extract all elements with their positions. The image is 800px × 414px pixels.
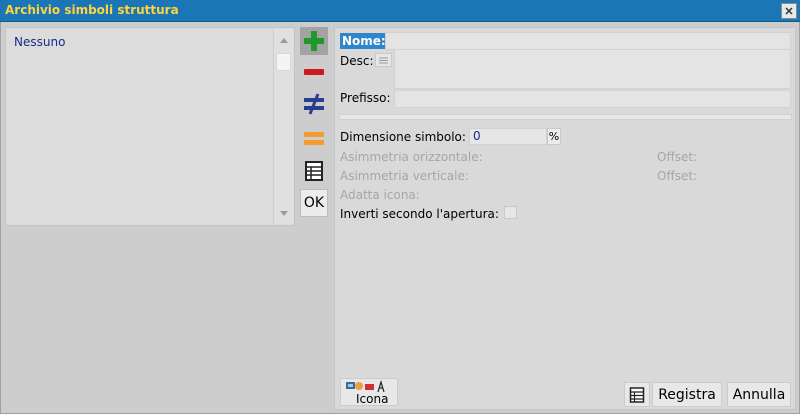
dimension-label: Dimensione simbolo: (340, 130, 466, 144)
detail-form: Nome: Desc: Prefisso: Dimensione simbolo… (334, 27, 796, 410)
list-icon (379, 57, 388, 63)
fit-icon-label: Adatta icona: (340, 188, 420, 202)
desc-field[interactable] (394, 49, 791, 89)
close-button[interactable] (781, 3, 797, 19)
not-equal-icon (304, 93, 324, 115)
arrow-down-icon (279, 210, 288, 216)
cancel-button[interactable]: Annulla (727, 382, 791, 407)
v-offset-label: Offset: (657, 169, 698, 183)
arrow-up-icon (279, 37, 288, 43)
table-button[interactable] (624, 382, 650, 407)
name-label: Nome: (340, 33, 388, 49)
scroll-up-button[interactable] (274, 32, 293, 48)
invert-label: Inverti secondo l'apertura: (340, 207, 499, 221)
h-offset-label: Offset: (657, 150, 698, 164)
ok-button[interactable]: OK (300, 189, 328, 217)
table-icon (629, 386, 645, 403)
desc-label: Desc: (340, 54, 374, 68)
add-button[interactable] (300, 27, 328, 55)
scroll-thumb[interactable] (276, 53, 291, 71)
icon-button-label: Icona (356, 392, 389, 406)
equal-icon (304, 132, 324, 145)
icon-button[interactable]: Icona (340, 378, 398, 406)
section-divider (339, 114, 792, 120)
symbol-list[interactable]: Nessuno (5, 27, 295, 226)
h-asymmetry-label: Asimmetria orizzontale: (340, 150, 483, 164)
prefix-label: Prefisso: (340, 91, 391, 105)
table-icon (305, 161, 323, 181)
name-field[interactable] (385, 32, 791, 50)
close-icon (785, 7, 793, 15)
v-asymmetry-label: Asimmetria verticale: (340, 169, 469, 183)
invert-checkbox[interactable] (504, 206, 517, 219)
title-bar: Archivio simboli struttura (0, 0, 800, 22)
minus-icon (304, 69, 324, 75)
table-view-button[interactable] (300, 157, 328, 185)
list-item[interactable]: Nessuno (14, 35, 65, 49)
remove-button[interactable] (300, 58, 328, 86)
desc-edit-button[interactable] (375, 53, 392, 67)
list-scrollbar[interactable] (273, 29, 293, 224)
plus-icon (304, 31, 324, 51)
dimension-input[interactable]: 0 (469, 128, 547, 145)
scroll-down-button[interactable] (274, 205, 293, 221)
duplicate-button[interactable] (300, 124, 328, 152)
prefix-field[interactable] (394, 90, 791, 108)
dimension-unit: % (547, 128, 561, 145)
window-title: Archivio simboli struttura (5, 3, 179, 17)
modify-button[interactable] (300, 90, 328, 118)
save-button[interactable]: Registra (652, 382, 722, 407)
